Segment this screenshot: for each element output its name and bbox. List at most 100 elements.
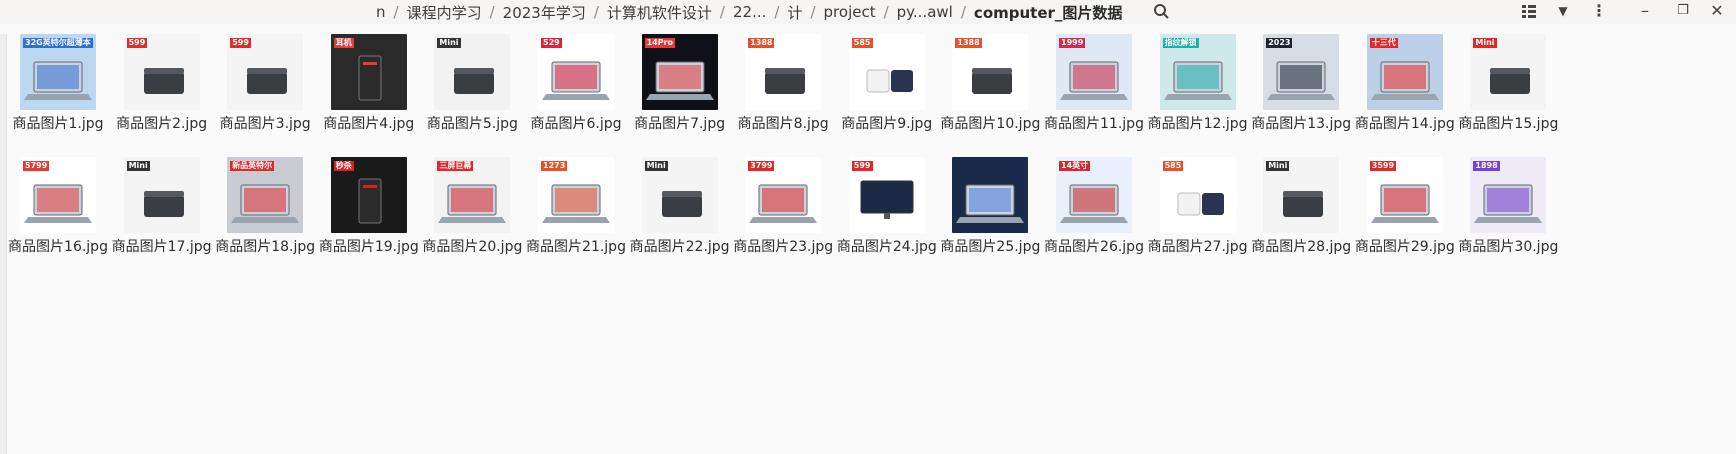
minimize-icon[interactable]: –	[1634, 0, 1656, 22]
thumbnail-promo-text: 1388	[748, 38, 775, 48]
file-item[interactable]: 5799 商品图片16.jpg	[6, 157, 110, 256]
file-name: 商品图片14.jpg	[1354, 116, 1455, 132]
file-name: 商品图片24.jpg	[836, 239, 937, 255]
file-item[interactable]: 599 商品图片2.jpg	[110, 34, 214, 133]
restore-icon[interactable]: ❐	[1672, 0, 1694, 22]
path-menu-icon[interactable]: ⋮	[1110, 2, 1130, 22]
file-thumbnail: 5799	[20, 157, 96, 233]
file-item[interactable]: 指纹解锁 商品图片12.jpg	[1146, 34, 1250, 133]
file-name: 商品图片16.jpg	[8, 239, 108, 255]
breadcrumb-separator: /	[393, 3, 399, 21]
file-thumbnail: 529	[538, 34, 614, 110]
file-item[interactable]: 秒杀 商品图片19.jpg	[317, 157, 421, 256]
thumbnail-promo-text: Mini	[437, 38, 461, 48]
file-item[interactable]: 耳机商品图片4.jpg	[317, 34, 421, 133]
file-item[interactable]: 585 商品图片9.jpg	[835, 34, 939, 133]
file-item[interactable]: Mini 商品图片17.jpg	[110, 157, 214, 256]
list-grid-view-icon[interactable]	[1518, 0, 1540, 22]
file-item[interactable]: 2023 商品图片13.jpg	[1249, 34, 1353, 133]
breadcrumb-item[interactable]: project	[818, 3, 882, 21]
breadcrumb-item[interactable]: 22...	[727, 3, 772, 21]
file-thumbnail: 1388	[952, 34, 1029, 110]
file-name: 商品图片22.jpg	[629, 239, 730, 255]
file-thumbnail: 585	[848, 34, 925, 110]
file-item[interactable]: 3799 商品图片23.jpg	[731, 157, 835, 256]
file-name: 商品图片20.jpg	[422, 239, 523, 255]
file-name: 商品图片6.jpg	[530, 116, 622, 132]
file-thumbnail: 32G英特尔超薄本	[20, 34, 96, 110]
breadcrumb-item[interactable]: py...awl	[891, 3, 959, 21]
file-thumbnail: 指纹解锁	[1159, 34, 1236, 110]
breadcrumb-item[interactable]: 计算机软件设计	[601, 2, 718, 23]
file-item[interactable]: Mini 商品图片28.jpg	[1249, 157, 1353, 256]
file-thumbnail: 秒杀	[330, 157, 407, 233]
breadcrumb-item[interactable]: 2023年学习	[497, 2, 592, 23]
file-item[interactable]: 1999 商品图片11.jpg	[1042, 34, 1146, 133]
file-item[interactable]: 32G英特尔超薄本商品图片1.jpg	[6, 34, 110, 133]
thumbnail-promo-text: 599	[851, 161, 873, 171]
file-item[interactable]: 商品图片25.jpg	[938, 157, 1042, 256]
file-thumbnail: Mini	[1470, 34, 1547, 110]
file-thumbnail: 1898	[1470, 157, 1547, 233]
file-thumbnail: 耳机	[330, 34, 407, 110]
file-item[interactable]: 599 商品图片3.jpg	[213, 34, 317, 133]
file-thumbnail: 三屏巨幕	[434, 157, 511, 233]
search-button[interactable]	[1150, 1, 1174, 23]
file-item[interactable]: Mini 商品图片15.jpg	[1456, 34, 1560, 133]
file-item[interactable]: 三屏巨幕商品图片20.jpg	[420, 157, 524, 256]
chevron-down-icon[interactable]: ▼	[1552, 0, 1574, 22]
thumbnail-promo-text: 599	[230, 38, 251, 48]
thumbnail-promo-text: 1999	[1059, 38, 1086, 48]
file-item[interactable]: 585 商品图片27.jpg	[1146, 157, 1250, 256]
breadcrumb-separator: /	[719, 3, 725, 21]
file-item[interactable]: 599 商品图片24.jpg	[835, 157, 939, 256]
file-item[interactable]: 3599 商品图片29.jpg	[1353, 157, 1457, 256]
file-item[interactable]: 1388 商品图片8.jpg	[731, 34, 835, 133]
thumbnail-promo-text: 新品英特尔	[230, 161, 275, 171]
file-name: 商品图片11.jpg	[1044, 116, 1144, 132]
breadcrumb-separator: /	[489, 3, 495, 21]
file-item[interactable]: 1898 商品图片30.jpg	[1456, 157, 1560, 256]
file-name: 商品图片23.jpg	[733, 239, 834, 255]
file-thumbnail: 2023	[1263, 34, 1340, 110]
file-thumbnail: 1273	[538, 157, 614, 233]
thumbnail-promo-text: 529	[541, 38, 562, 48]
file-item[interactable]: 529 商品图片6.jpg	[524, 34, 628, 133]
thumbnail-promo-text: Mini	[126, 161, 150, 171]
file-item[interactable]: Mini 商品图片5.jpg	[420, 34, 524, 133]
file-thumbnail: Mini	[1263, 157, 1340, 233]
thumbnail-promo-text: Mini	[644, 161, 668, 171]
thumbnail-promo-text: 3799	[748, 161, 775, 171]
file-item[interactable]: 1388 商品图片10.jpg	[938, 34, 1042, 133]
breadcrumb-separator: /	[883, 3, 889, 21]
file-name: 商品图片1.jpg	[12, 116, 104, 132]
thumbnail-promo-text: 指纹解锁	[1162, 38, 1199, 48]
thumbnail-promo-text: Mini	[1266, 161, 1290, 171]
file-name: 商品图片9.jpg	[841, 116, 933, 132]
file-item[interactable]: 14Pro 商品图片7.jpg	[628, 34, 732, 133]
file-thumbnail	[952, 157, 1029, 233]
file-item[interactable]: Mini 商品图片22.jpg	[628, 157, 732, 256]
breadcrumb-item[interactable]: computer_图片数据	[968, 2, 1128, 23]
file-name: 商品图片27.jpg	[1147, 239, 1248, 255]
breadcrumb-item[interactable]: 课程内学习	[401, 2, 488, 23]
close-icon[interactable]: ✕	[1706, 0, 1728, 22]
file-thumbnail: 599	[123, 34, 200, 110]
thumbnail-promo-text: 1898	[1473, 161, 1500, 171]
file-item[interactable]: 新品英特尔 商品图片18.jpg	[213, 157, 317, 256]
breadcrumb-item[interactable]: 计	[781, 2, 808, 23]
file-name: 商品图片4.jpg	[323, 116, 415, 132]
file-item[interactable]: 14英寸 商品图片26.jpg	[1042, 157, 1146, 256]
file-name: 商品图片8.jpg	[737, 116, 829, 132]
header-bar: n / 课程内学习/2023年学习 / 计算机软件设计/22... / 计 / project /…	[0, 0, 1736, 24]
file-item[interactable]: 1273 商品图片21.jpg	[524, 157, 628, 256]
file-name: 商品图片7.jpg	[634, 116, 726, 132]
breadcrumb-item[interactable]: n	[370, 3, 392, 21]
product-image	[956, 184, 1025, 223]
thumbnail-promo-text: 十三代	[1369, 38, 1398, 48]
kebab-vertical-icon[interactable]: ⋮	[1590, 0, 1608, 22]
thumbnail-promo-text: Mini	[1473, 38, 1497, 48]
thumbnail-promo-text: 585	[1162, 161, 1184, 171]
file-item[interactable]: 十三代商品图片14.jpg	[1353, 34, 1457, 133]
file-thumbnail: 3799	[745, 157, 822, 233]
